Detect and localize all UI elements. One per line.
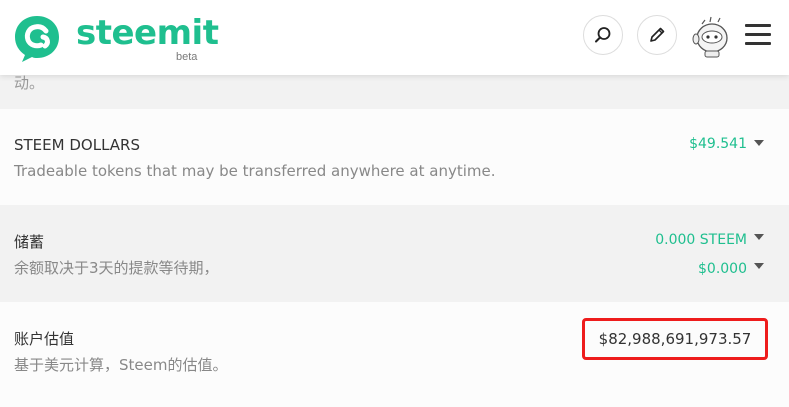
savings-title: 储蓄: [14, 233, 45, 251]
brand-name[interactable]: steemit: [76, 13, 219, 53]
chevron-down-icon[interactable]: [754, 140, 764, 146]
savings-description: 余额取决于3天的提款等待期，: [14, 259, 219, 277]
search-icon: [595, 27, 611, 43]
user-avatar[interactable]: [690, 14, 734, 62]
account-value-amount: $82,988,691,973.57: [582, 318, 768, 360]
pencil-icon: [650, 27, 665, 42]
beta-label: beta: [176, 51, 198, 63]
partial-row-text: 动。: [14, 74, 45, 92]
hamburger-menu-icon[interactable]: [745, 24, 771, 48]
steem-dollars-row: STEEM DOLLARS Tradeable tokens that may …: [0, 109, 789, 205]
search-button[interactable]: [583, 15, 623, 55]
savings-steem-value[interactable]: 0.000 STEEM: [655, 232, 747, 248]
savings-row: 储蓄 余额取决于3天的提款等待期， 0.000 STEEM $0.000: [0, 205, 789, 302]
submit-post-button[interactable]: [637, 15, 677, 55]
account-value-title: 账户估值: [14, 330, 75, 348]
steem-dollars-value[interactable]: $49.541: [689, 136, 747, 152]
top-navbar: steemit beta: [0, 0, 789, 75]
steem-dollars-description: Tradeable tokens that may be transferred…: [14, 162, 496, 180]
steem-dollars-title: STEEM DOLLARS: [14, 136, 140, 154]
chevron-down-icon[interactable]: [754, 263, 764, 269]
partial-row: 动。: [0, 74, 789, 109]
chevron-down-icon[interactable]: [754, 234, 764, 240]
steemit-logo-icon[interactable]: [12, 13, 62, 67]
savings-usd-value[interactable]: $0.000: [698, 261, 747, 277]
account-value-description: 基于美元计算，Steem的估值。: [14, 356, 228, 374]
